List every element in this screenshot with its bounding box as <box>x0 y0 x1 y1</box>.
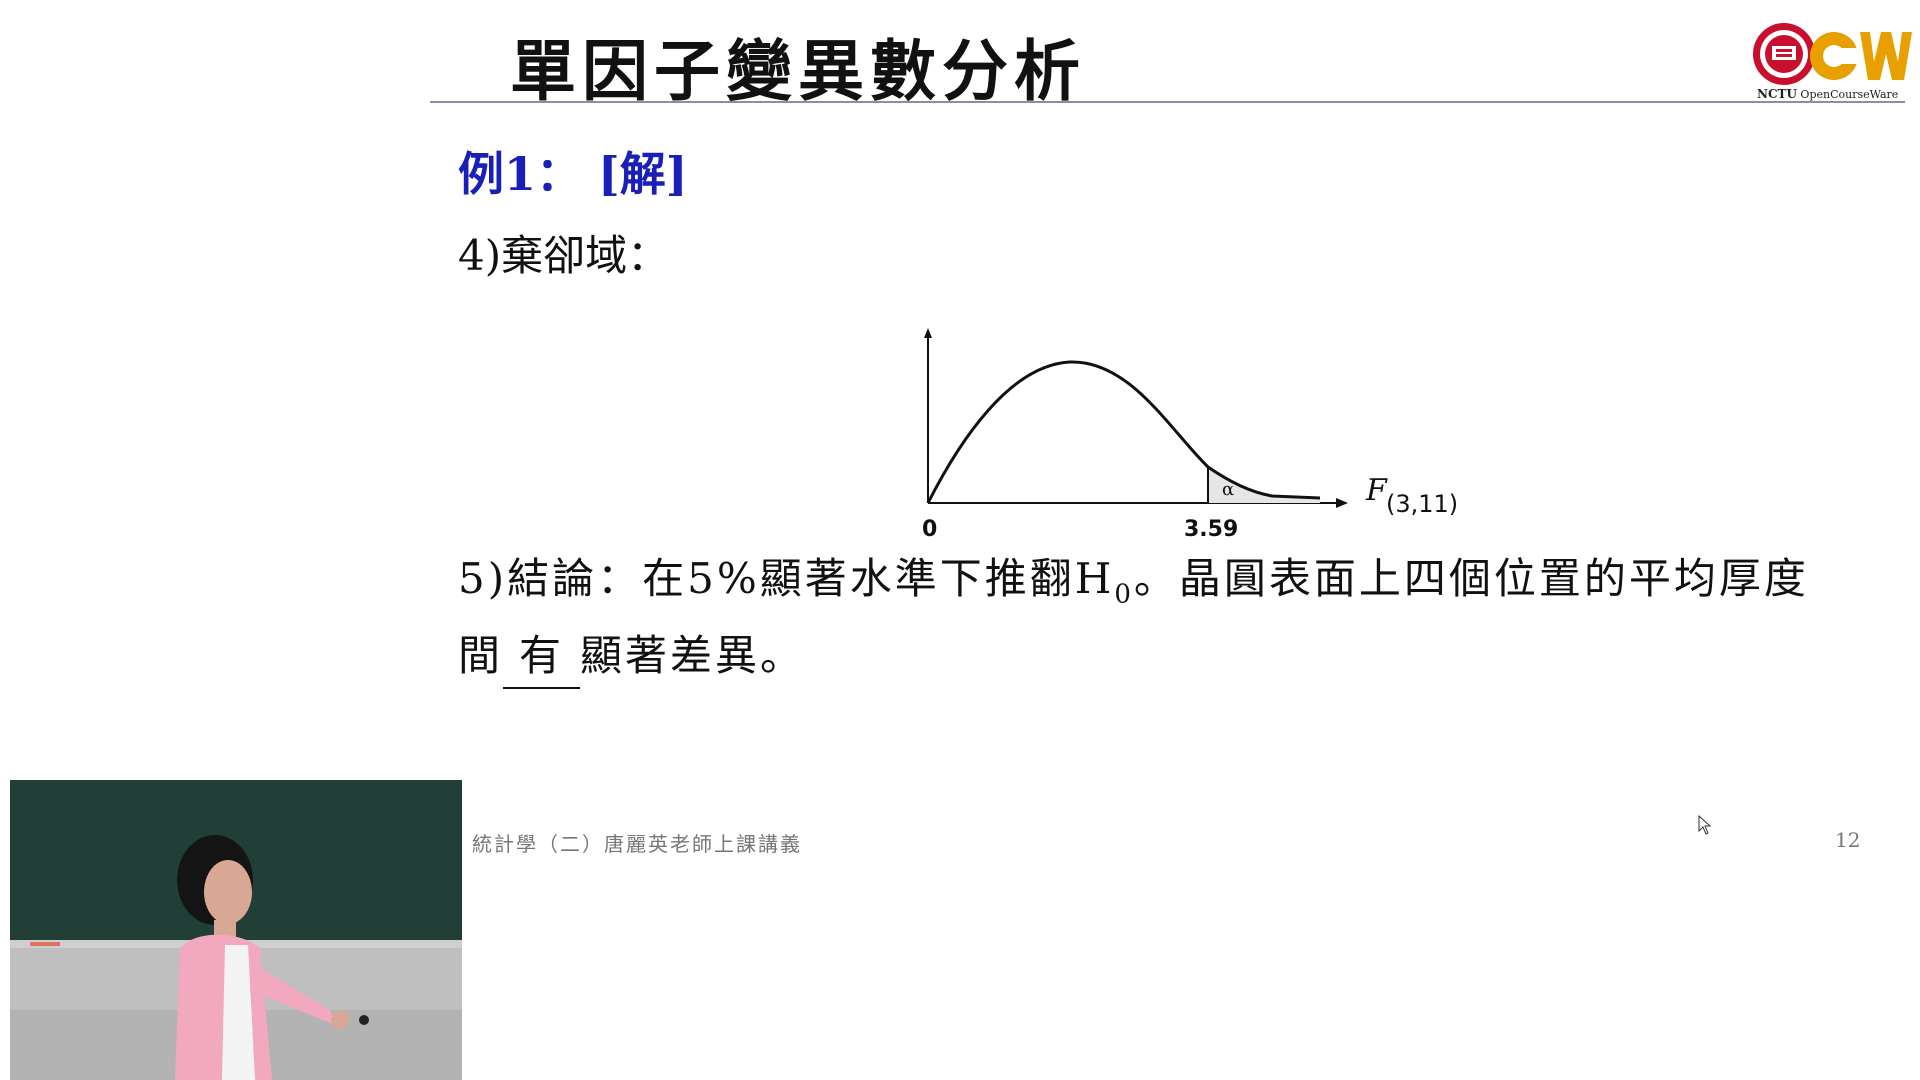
example-heading: 例1： [解] <box>458 147 688 201</box>
f-density-curve <box>926 360 1321 504</box>
page-number: 12 <box>1835 828 1861 852</box>
f-distribution-chart: α 0 3.59 F (3,11) <box>922 328 1458 542</box>
conclusion-text-a: 5)結論：在5%顯著水準下推翻H <box>458 554 1115 603</box>
lecture-slide: 單因子變異數分析 NCTU OpenCourseWare 例1： [解] 4)棄… <box>0 0 1920 1080</box>
alpha-label: α <box>1222 479 1234 500</box>
x-axis-label-degrees: (3,11) <box>1386 490 1458 518</box>
step-5-conclusion: 5)結論：在5%顯著水準下推翻H0。晶圓表面上四個位置的平均厚度間有顯著差異。 <box>458 548 1818 690</box>
conclusion-blank: 有 <box>503 625 581 690</box>
tick-label-zero: 0 <box>922 517 937 542</box>
title-divider <box>430 101 1905 103</box>
x-axis-arrow <box>1336 498 1348 508</box>
mouse-cursor-icon <box>1698 815 1712 835</box>
slide-title: 單因子變異數分析 <box>510 32 1086 110</box>
slide-footer: 統計學（二）唐麗英老師上課講義 <box>472 832 802 856</box>
y-axis-arrow <box>924 328 932 338</box>
logo-caption: NCTU OpenCourseWare <box>1757 87 1899 101</box>
tick-label-critical: 3.59 <box>1184 517 1238 542</box>
lecturer-video-inset <box>10 780 462 1080</box>
h0-subscript: 0 <box>1114 579 1134 610</box>
step-4-rejection-region: 4)棄卻域： <box>458 231 670 280</box>
x-axis-label: F <box>1365 473 1388 508</box>
conclusion-text-c: 顯著差異。 <box>580 631 806 681</box>
